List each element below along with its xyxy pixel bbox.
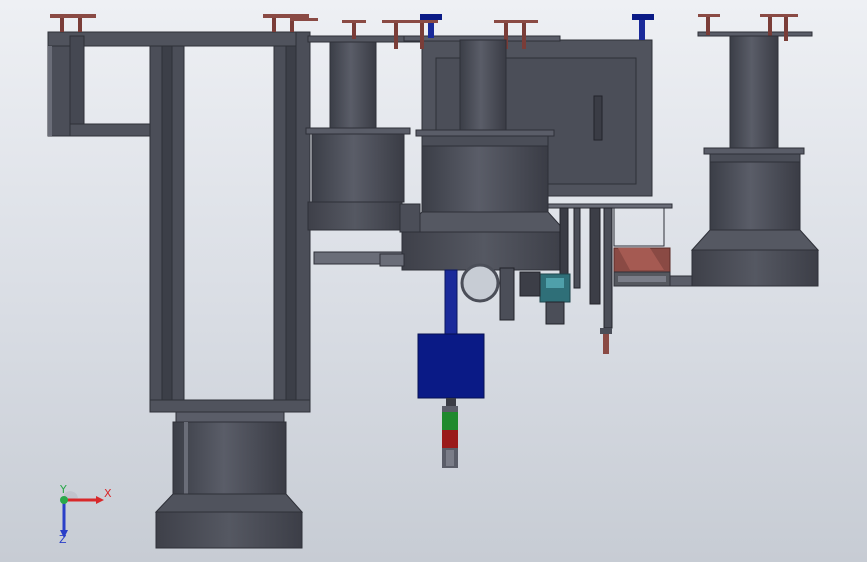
cad-graphics-viewport[interactable]: X Y Z — [0, 0, 867, 562]
z-axis-label: Z — [59, 533, 67, 546]
machine-assembly-model[interactable] — [0, 0, 867, 562]
left-frame — [47, 31, 311, 413]
y-axis-label: Y — [60, 483, 67, 496]
pedestal-bottom-left — [154, 411, 304, 549]
signal-tower — [442, 406, 458, 468]
column-right — [690, 14, 820, 287]
coordinate-triad-icon: X Y Z — [48, 484, 118, 546]
x-axis-label: X — [104, 487, 112, 500]
clamp-group-left — [50, 14, 318, 32]
